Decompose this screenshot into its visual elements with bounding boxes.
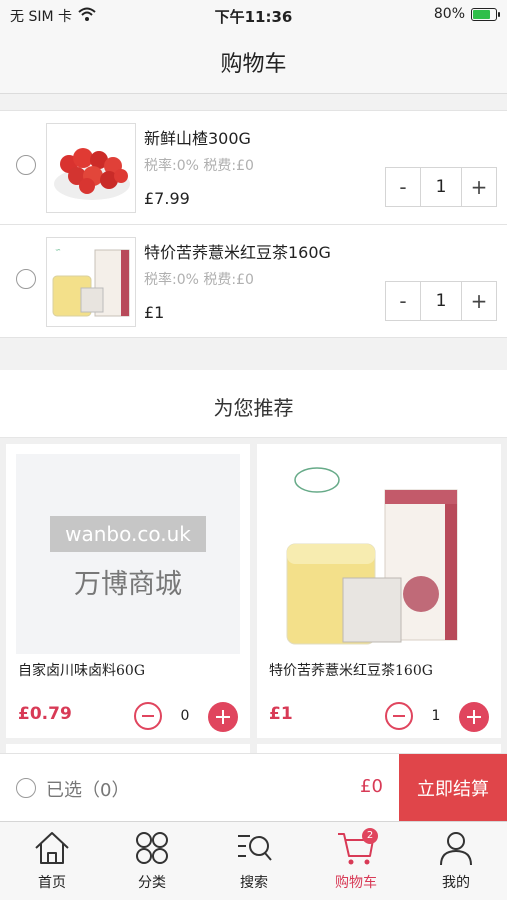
product-price: £1 <box>269 704 293 724</box>
user-icon <box>440 832 472 866</box>
cart-badge: 2 <box>362 828 378 844</box>
cart-item: 新鲜山楂300G 税率:0% 税费:£0 £7.99 - 1 + <box>0 110 507 224</box>
search-icon <box>238 835 272 861</box>
item-price: £7.99 <box>144 189 190 208</box>
quantity-stepper: - 1 + <box>385 281 497 321</box>
product-price: £0.79 <box>18 704 72 724</box>
item-tax: 税率:0% 税费:£0 <box>144 272 254 288</box>
product-card[interactable]: 特价苦荞薏米红豆茶160G £1 1 <box>257 444 501 738</box>
cart-item: ∽ 特价苦荞薏米红豆茶160G 税率:0% 税费:£0 £1 - 1 + <box>0 224 507 338</box>
tab-profile[interactable]: 我的 <box>416 828 496 898</box>
checkout-button[interactable]: 立即结算 <box>399 754 507 822</box>
battery-icon <box>471 7 500 21</box>
product-name[interactable]: 特价苦荞薏米红豆茶160G <box>269 660 433 680</box>
item-tax: 税率:0% 税费:£0 <box>144 158 254 174</box>
product-image-tea[interactable] <box>267 454 491 654</box>
placeholder-brand: 万博商城 <box>74 569 182 600</box>
product-thumbnail-tea[interactable]: ∽ <box>46 237 136 327</box>
checkout-bar: 已选（0） £0 立即结算 <box>0 753 507 822</box>
quantity-value: 1 <box>431 708 441 724</box>
page-title: 购物车 <box>220 52 287 77</box>
product-image-placeholder[interactable]: wanbo.co.uk 万博商城 <box>16 454 240 654</box>
status-time: 下午11:36 <box>214 8 293 26</box>
item-select-radio[interactable] <box>16 155 36 175</box>
product-name[interactable]: 自家卤川味卤料60G <box>18 660 145 680</box>
recommend-header: 为您推荐 <box>0 370 507 438</box>
nav-bar: 购物车 <box>0 30 507 94</box>
tab-bar: 首页 分类 搜索 2 购物车 我的 <box>0 821 507 900</box>
plus-circle-icon[interactable] <box>459 702 489 732</box>
quantity-value: 0 <box>180 708 190 724</box>
increase-button[interactable]: + <box>462 282 496 320</box>
status-right: 80% <box>433 6 500 22</box>
quantity-value[interactable]: 1 <box>420 282 462 320</box>
svg-text:∽: ∽ <box>55 246 61 254</box>
home-icon <box>35 832 69 864</box>
tab-label: 首页 <box>38 875 66 891</box>
recommend-grid: wanbo.co.uk 万博商城 自家卤川味卤料60G £0.79 0 特价苦荞… <box>0 438 507 758</box>
select-all-radio[interactable] <box>16 778 36 798</box>
plus-circle-icon[interactable] <box>208 702 238 732</box>
item-price: £1 <box>144 303 165 322</box>
selected-count-label: 已选（0） <box>46 780 130 801</box>
tab-label: 我的 <box>442 875 470 891</box>
decrease-button[interactable]: - <box>386 168 420 206</box>
tab-search[interactable]: 搜索 <box>214 828 294 898</box>
tab-category[interactable]: 分类 <box>112 828 192 898</box>
placeholder-domain: wanbo.co.uk <box>50 516 206 552</box>
category-icon <box>136 832 168 864</box>
tab-home[interactable]: 首页 <box>12 828 92 898</box>
item-select-radio[interactable] <box>16 269 36 289</box>
tab-cart[interactable]: 2 购物车 <box>316 828 396 898</box>
item-name[interactable]: 特价苦荞薏米红豆茶160G <box>144 239 331 263</box>
product-thumbnail-hawthorn[interactable] <box>46 123 136 213</box>
item-name[interactable]: 新鲜山楂300G <box>144 125 251 149</box>
tab-label: 购物车 <box>335 875 377 891</box>
cart-list: 新鲜山楂300G 税率:0% 税费:£0 £7.99 - 1 + ∽ 特价苦荞薏… <box>0 110 507 338</box>
battery-percent: 80% <box>433 6 465 22</box>
quantity-stepper: - 1 + <box>385 167 497 207</box>
increase-button[interactable]: + <box>462 168 496 206</box>
tab-label: 搜索 <box>240 875 268 891</box>
quantity-value[interactable]: 1 <box>420 168 462 206</box>
recommend-title: 为您推荐 <box>213 396 294 420</box>
total-amount: £0 <box>360 776 383 797</box>
product-card[interactable]: wanbo.co.uk 万博商城 自家卤川味卤料60G £0.79 0 <box>6 444 250 738</box>
minus-circle-icon[interactable] <box>385 702 413 730</box>
status-bar: 无 SIM 卡 下午11:36 80% <box>0 0 507 30</box>
battery-fill <box>473 9 490 19</box>
tab-label: 分类 <box>138 875 166 891</box>
minus-circle-icon[interactable] <box>134 702 162 730</box>
decrease-button[interactable]: - <box>386 282 420 320</box>
